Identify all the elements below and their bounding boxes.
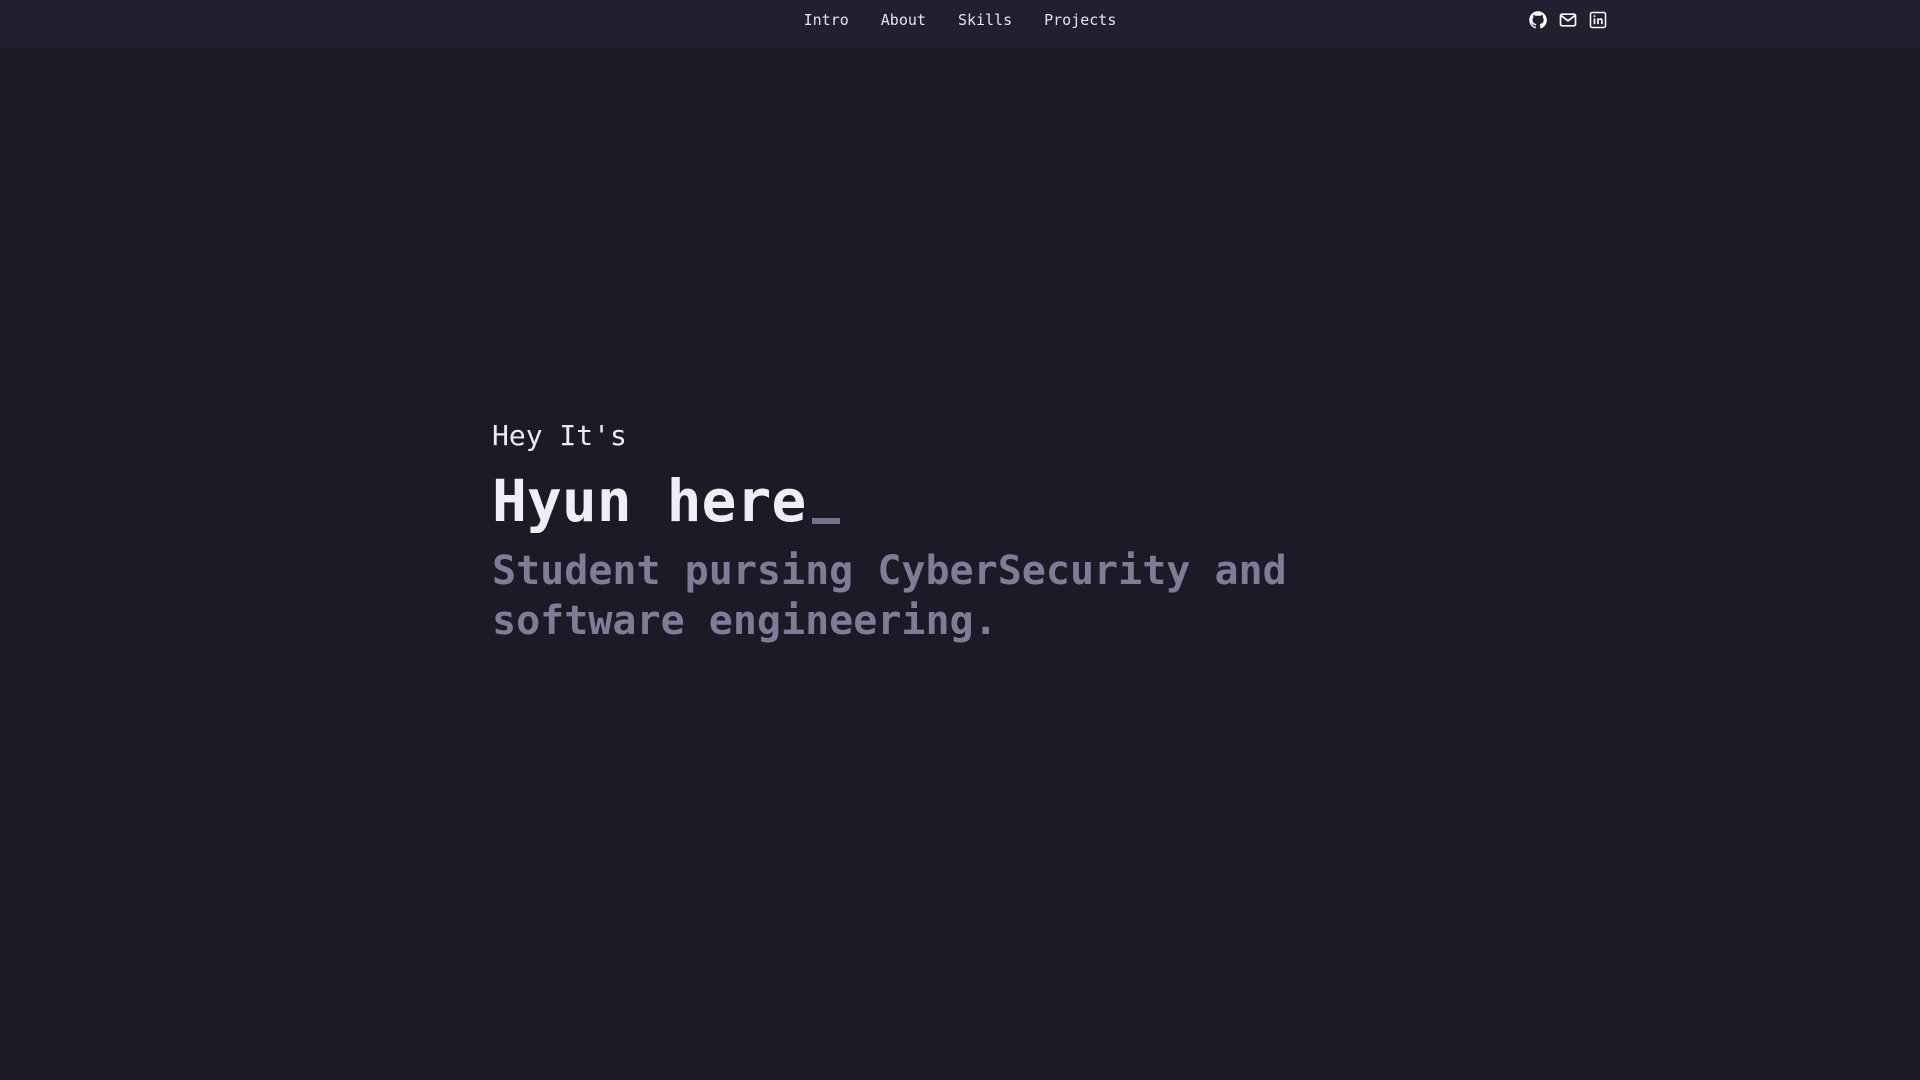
hero-name: Hyun here <box>492 467 807 535</box>
social-links <box>1528 10 1608 30</box>
main-nav: Intro About Skills Projects <box>0 10 1920 30</box>
hero-greeting: Hey It's <box>492 419 627 452</box>
github-link[interactable] <box>1528 10 1548 30</box>
linkedin-icon <box>1589 11 1607 29</box>
typing-cursor <box>812 518 841 524</box>
nav-item-about[interactable]: About <box>881 10 926 30</box>
linkedin-link[interactable] <box>1588 10 1608 30</box>
nav-item-intro[interactable]: Intro <box>804 10 849 30</box>
github-icon <box>1529 11 1547 29</box>
hero-section: Hey It's Hyun here Student pursing Cyber… <box>492 414 1472 646</box>
nav-item-skills[interactable]: Skills <box>958 10 1012 30</box>
nav-item-projects[interactable]: Projects <box>1044 10 1116 30</box>
hero-name-line: Hyun here <box>492 466 1472 536</box>
top-navbar: Intro About Skills Projects <box>0 0 1920 48</box>
mail-icon <box>1559 13 1577 27</box>
email-link[interactable] <box>1558 10 1578 30</box>
hero-tagline: Student pursing CyberSecurity and softwa… <box>492 548 1287 644</box>
